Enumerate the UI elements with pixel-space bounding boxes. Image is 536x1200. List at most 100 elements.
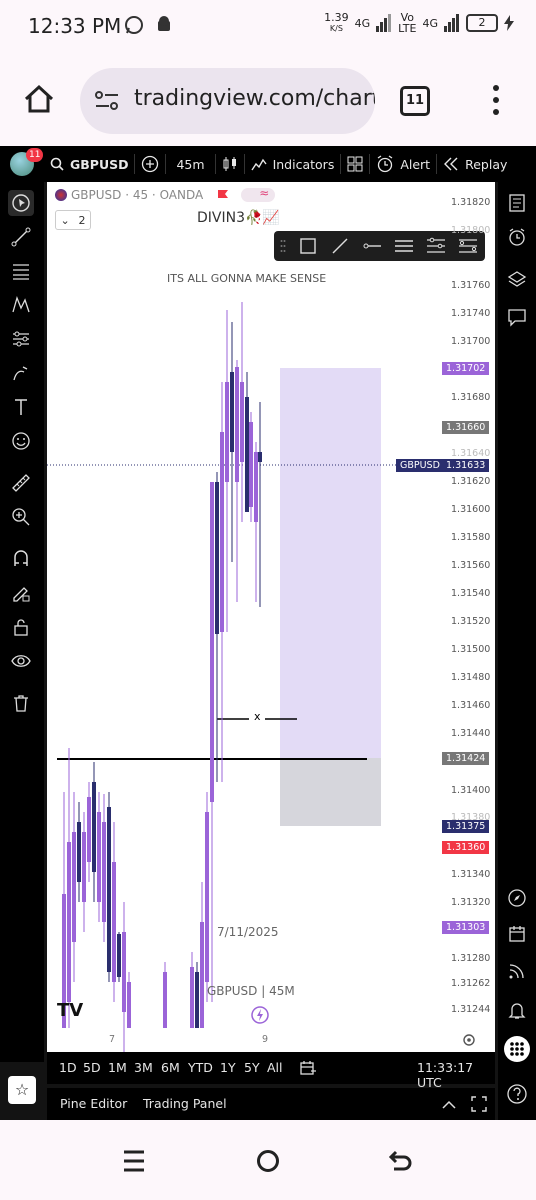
candle-body	[240, 382, 244, 462]
alert-icon[interactable]	[376, 155, 394, 173]
text-tool[interactable]	[8, 394, 34, 420]
symbol-legend[interactable]: GBPUSD · 45 · OANDA ≈	[55, 186, 276, 202]
cursor-tool[interactable]	[8, 190, 34, 216]
line-icon[interactable]	[330, 236, 350, 256]
zoom-tool[interactable]	[8, 504, 34, 530]
candle-body	[67, 842, 71, 1002]
legend-toggle[interactable]: ≈	[241, 186, 276, 202]
price-axis[interactable]: 1.31820 1.31800 1.31760 1.31740 1.31700 …	[442, 182, 495, 1052]
trading-panel-tab[interactable]: Trading Panel	[143, 1096, 227, 1111]
news-button[interactable]	[504, 958, 530, 984]
alert-button[interactable]: Alert	[400, 157, 430, 172]
brush-tool[interactable]	[8, 360, 34, 386]
zoom-in-icon	[12, 508, 30, 526]
lock-tool[interactable]	[8, 614, 34, 640]
tf-ytd[interactable]: YTD	[188, 1060, 213, 1075]
tf-3m[interactable]: 3M	[134, 1060, 153, 1075]
tf-1d[interactable]: 1D	[59, 1060, 77, 1075]
lightning-icon[interactable]	[251, 1006, 269, 1024]
trendline-tool[interactable]	[8, 224, 34, 250]
home-icon[interactable]	[22, 82, 56, 116]
maximize-icon[interactable]	[471, 1096, 487, 1112]
price-tag-red[interactable]: 1.31360	[442, 841, 490, 854]
star-icon: ☆	[14, 1080, 30, 1099]
layers-button[interactable]	[504, 266, 530, 292]
watchlist-icon	[509, 194, 525, 212]
add-symbol-icon[interactable]	[141, 155, 159, 173]
wave-icon: ≈	[259, 186, 270, 200]
stop-zone[interactable]	[280, 758, 381, 826]
search-icon[interactable]	[50, 157, 64, 171]
interval-button[interactable]: 45m	[176, 157, 204, 172]
magnet-tool[interactable]	[8, 546, 34, 572]
price-tag-gray[interactable]: 1.31660	[442, 421, 490, 434]
charging-icon	[504, 15, 514, 31]
measure-tool[interactable]	[8, 470, 34, 496]
rss-icon	[509, 964, 524, 979]
chart-canvas[interactable]	[47, 182, 495, 1052]
recent-apps-icon[interactable]	[122, 1150, 146, 1172]
x-marker-label[interactable]: x	[254, 710, 261, 723]
candle-type-icon[interactable]	[222, 156, 238, 172]
apps-button[interactable]	[504, 1036, 530, 1062]
tf-5y[interactable]: 5Y	[244, 1060, 260, 1075]
visibility-tool[interactable]	[8, 648, 34, 674]
more-menu-icon[interactable]	[486, 84, 506, 116]
replay-icon[interactable]	[443, 157, 459, 171]
forecast-tool[interactable]	[8, 326, 34, 352]
utc-clock[interactable]: 11:33:17 UTC	[417, 1060, 495, 1090]
symbol-search-button[interactable]: GBPUSD	[70, 157, 128, 172]
red-flag-icon[interactable]	[217, 189, 229, 201]
price-tag-lower[interactable]: 1.31303	[442, 921, 490, 934]
watchlist-button[interactable]	[504, 190, 530, 216]
forecast-icon	[13, 331, 29, 347]
tf-1y[interactable]: 1Y	[220, 1060, 236, 1075]
pattern-tool[interactable]	[8, 292, 34, 318]
calendar-button[interactable]	[504, 921, 530, 947]
pine-editor-tab[interactable]: Pine Editor	[60, 1096, 127, 1111]
chart-subtitle[interactable]: ITS ALL GONNA MAKE SENSE	[167, 272, 326, 285]
indicators-button[interactable]: Indicators	[273, 157, 335, 172]
home-nav-icon[interactable]	[256, 1149, 280, 1173]
favorites-button[interactable]: ☆	[8, 1076, 36, 1104]
drawing-mode-tool[interactable]	[8, 580, 34, 606]
tf-all[interactable]: All	[267, 1060, 283, 1075]
chevron-up-icon[interactable]	[441, 1098, 457, 1110]
notifications-button[interactable]	[504, 997, 530, 1023]
chart-pane[interactable]: GBPUSD · 45 · OANDA ≈ ⌄ 2 DIVIN3🥀📈 ITS AL…	[47, 182, 495, 1052]
ideas-button[interactable]	[504, 885, 530, 911]
chart-title[interactable]: DIVIN3🥀📈	[197, 210, 280, 226]
tf-1m[interactable]: 1M	[108, 1060, 127, 1075]
indicators-icon[interactable]	[250, 156, 267, 172]
url-text[interactable]: tradingview.com/chart	[134, 86, 375, 111]
fib-tool[interactable]	[8, 258, 34, 284]
horizontal-ray-icon[interactable]	[362, 236, 382, 256]
channel-icon[interactable]	[394, 236, 414, 256]
price-tag-current[interactable]: 1.31633	[442, 459, 490, 472]
replay-button[interactable]: Replay	[465, 157, 507, 172]
date-range-icon[interactable]	[299, 1060, 317, 1076]
chat-button[interactable]	[504, 304, 530, 330]
price-tag-navy[interactable]: 1.31375	[442, 820, 490, 833]
layout-icon[interactable]	[347, 156, 363, 172]
help-button[interactable]	[504, 1081, 530, 1107]
tab-switcher-button[interactable]: 11	[400, 86, 430, 116]
alerts-button[interactable]	[504, 224, 530, 250]
symbol-price-tag[interactable]: GBPUSD	[396, 459, 444, 472]
rectangle-icon[interactable]	[298, 236, 318, 256]
status-time: 12:33 PM	[28, 14, 122, 38]
tf-6m[interactable]: 6M	[161, 1060, 180, 1075]
price-tag-upper[interactable]: 1.31702	[442, 362, 490, 375]
address-bar[interactable]: tradingview.com/chart	[80, 68, 375, 134]
back-icon[interactable]	[388, 1148, 414, 1174]
tf-5d[interactable]: 5D	[83, 1060, 101, 1075]
collapse-legend-button[interactable]: ⌄ 2	[55, 210, 91, 230]
price-tag-level[interactable]: 1.31424	[442, 752, 490, 765]
time-tick: 9	[262, 1034, 269, 1045]
price-tick: 1.31600	[451, 504, 491, 515]
emoji-tool[interactable]	[8, 428, 34, 454]
target-zone[interactable]	[280, 368, 381, 760]
drag-handle-icon[interactable]	[280, 239, 286, 253]
remove-tool[interactable]	[8, 690, 34, 716]
site-settings-icon[interactable]	[94, 90, 120, 112]
